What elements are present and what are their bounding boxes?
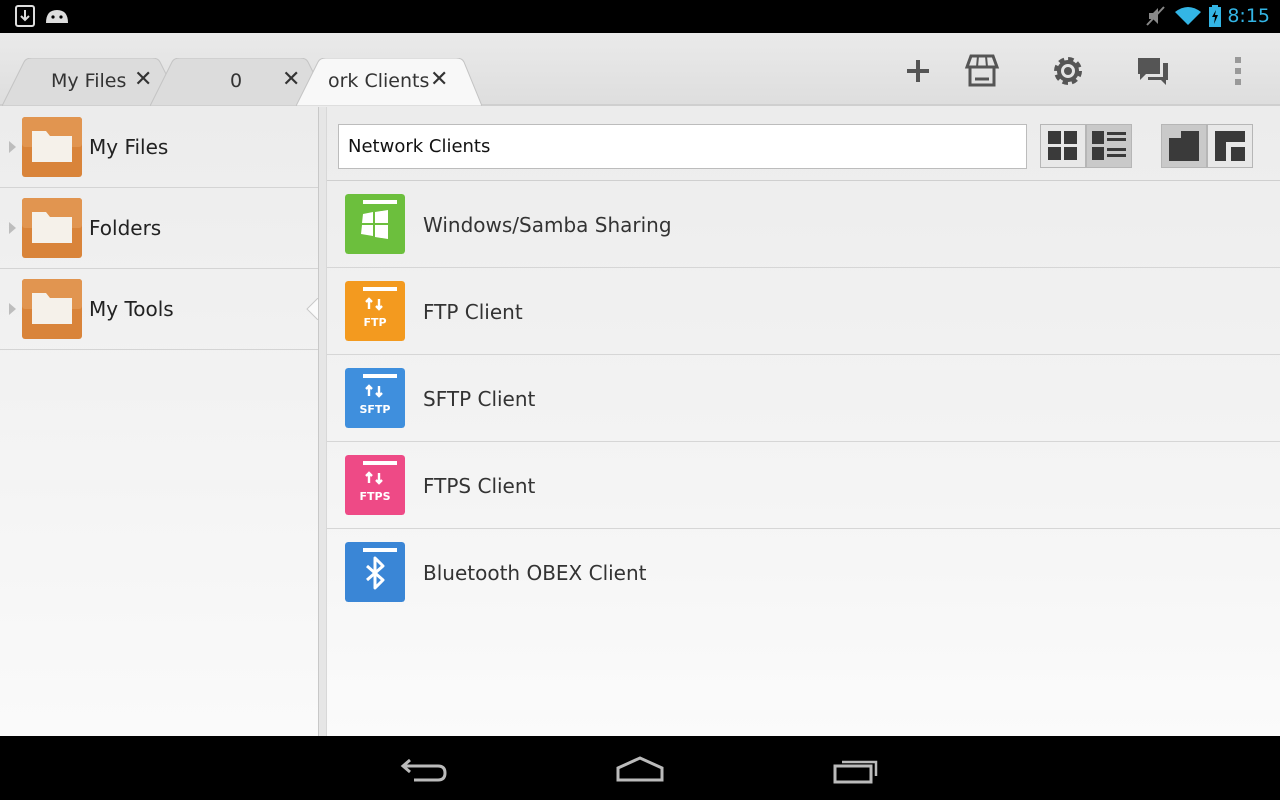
list-item-label: SFTP Client <box>423 387 536 411</box>
ftps-icon: FTPS <box>345 455 405 515</box>
file-manager-app: My Files ✕ 0 ✕ ork Clients ✕ My Files Fo… <box>0 33 1280 736</box>
chat-button[interactable] <box>1131 51 1175 91</box>
list-item-windows-samba[interactable]: Windows/Samba Sharing <box>327 181 1280 268</box>
battery-icon <box>1209 5 1221 27</box>
download-notification-icon <box>15 5 35 27</box>
overflow-menu-button[interactable] <box>1216 51 1260 91</box>
tab-label: ork Clients <box>328 70 430 92</box>
single-pane-button[interactable] <box>1161 124 1207 168</box>
main-pane: Network Clients Windows/Samba Sharing FT… <box>327 107 1280 736</box>
sidebar-item-label: My Files <box>89 135 169 159</box>
list-view-icon <box>1092 131 1126 160</box>
tab-my-files[interactable]: My Files ✕ <box>2 58 170 106</box>
recent-apps-icon <box>833 760 878 784</box>
tab-0[interactable]: 0 ✕ <box>150 58 318 106</box>
tab-network-clients[interactable]: ork Clients ✕ <box>296 58 482 106</box>
bluetooth-icon <box>345 542 405 602</box>
expand-arrow-icon[interactable] <box>9 141 16 153</box>
status-bar: 8:15 <box>0 0 1280 33</box>
path-field[interactable]: Network Clients <box>338 124 1027 169</box>
back-button[interactable] <box>394 750 454 790</box>
list-item-label: FTP Client <box>423 300 523 324</box>
store-icon <box>964 54 1000 87</box>
sftp-icon: SFTP <box>345 368 405 428</box>
clock: 8:15 <box>1227 5 1270 27</box>
svg-text:FTPS: FTPS <box>359 490 390 503</box>
expand-arrow-icon[interactable] <box>9 222 16 234</box>
list-item-ftp[interactable]: FTP FTP Client <box>327 268 1280 355</box>
recent-apps-button[interactable] <box>826 750 886 790</box>
home-icon <box>616 756 664 782</box>
add-button[interactable] <box>896 51 940 91</box>
list-item-label: FTPS Client <box>423 474 536 498</box>
store-button[interactable] <box>960 51 1004 91</box>
navigation-bar <box>0 736 1280 800</box>
list-view-button[interactable] <box>1086 124 1132 168</box>
home-button[interactable] <box>610 750 670 790</box>
sidebar: My Files Folders My Tools <box>0 107 318 736</box>
tab-label: 0 <box>230 70 243 92</box>
more-vertical-icon <box>1235 57 1241 85</box>
list-item-label: Bluetooth OBEX Client <box>423 561 647 585</box>
tab-bar: My Files ✕ 0 ✕ ork Clients ✕ <box>0 33 1280 106</box>
single-pane-icon <box>1169 131 1199 161</box>
ftp-icon: FTP <box>345 281 405 341</box>
close-icon[interactable]: ✕ <box>430 67 448 92</box>
mute-icon <box>1146 6 1165 26</box>
list-item-sftp[interactable]: SFTP SFTP Client <box>327 355 1280 442</box>
list-item-bluetooth-obex[interactable]: Bluetooth OBEX Client <box>327 529 1280 616</box>
selected-indicator-icon <box>306 298 318 320</box>
settings-button[interactable] <box>1046 51 1090 91</box>
list-item-ftps[interactable]: FTPS FTPS Client <box>327 442 1280 529</box>
grid-view-icon <box>1048 131 1077 160</box>
list-item-label: Windows/Samba Sharing <box>423 213 672 237</box>
sidebar-item-label: My Tools <box>89 297 174 321</box>
folder-icon <box>22 198 82 258</box>
dual-pane-icon <box>1215 131 1245 161</box>
sidebar-item-my-tools[interactable]: My Tools <box>0 269 318 350</box>
folder-icon <box>22 279 82 339</box>
svg-text:FTP: FTP <box>363 316 386 329</box>
sidebar-item-folders[interactable]: Folders <box>0 188 318 269</box>
tab-label: My Files <box>51 70 127 92</box>
windows-samba-icon <box>345 194 405 254</box>
android-notification-icon <box>46 10 68 23</box>
sidebar-item-my-files[interactable]: My Files <box>0 107 318 188</box>
sidebar-item-label: Folders <box>89 216 162 240</box>
wifi-icon <box>1175 7 1201 25</box>
folder-icon <box>22 117 82 177</box>
dual-pane-button[interactable] <box>1207 124 1253 168</box>
plus-icon <box>907 60 929 82</box>
back-icon <box>400 758 447 782</box>
gear-icon <box>1054 57 1082 85</box>
svg-text:SFTP: SFTP <box>359 403 390 416</box>
chat-icon <box>1138 58 1168 85</box>
pane-divider[interactable] <box>318 107 327 736</box>
expand-arrow-icon[interactable] <box>9 303 16 315</box>
grid-view-button[interactable] <box>1040 124 1086 168</box>
